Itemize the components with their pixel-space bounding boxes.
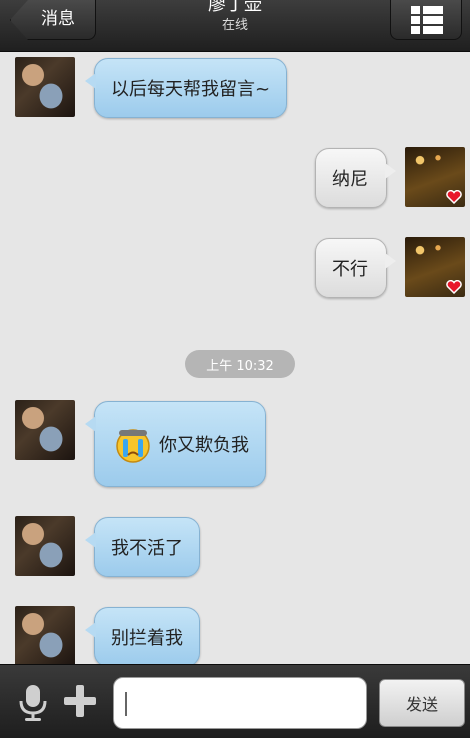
heart-badge-icon xyxy=(446,190,462,204)
heart-badge-icon xyxy=(446,280,462,294)
message-text: 纳尼 xyxy=(332,169,368,190)
plus-icon[interactable] xyxy=(62,683,98,719)
message-bubble[interactable]: 纳尼 xyxy=(315,148,396,208)
message-bubble[interactable]: 以后每天帮我留言~ xyxy=(84,58,288,118)
crying-face-icon xyxy=(116,429,150,463)
chat-header: 消息 廖丁壶 在线 xyxy=(0,0,470,52)
message-text: 我不活了 xyxy=(111,538,183,559)
send-button[interactable]: 发送 xyxy=(379,679,465,727)
message-input[interactable] xyxy=(113,677,367,729)
message-text: 别拦着我 xyxy=(111,628,183,649)
message-text: 不行 xyxy=(332,259,368,280)
timestamp-divider: 上午 10:32 xyxy=(185,350,295,378)
message-bubble[interactable]: 不行 xyxy=(315,238,396,298)
text-cursor xyxy=(125,692,127,716)
message-bubble[interactable]: 别拦着我 xyxy=(85,607,200,667)
contact-avatar[interactable] xyxy=(15,57,75,117)
contact-avatar[interactable] xyxy=(15,400,75,460)
microphone-icon[interactable] xyxy=(16,683,50,723)
message-bubble[interactable]: 我不活了 xyxy=(85,517,200,577)
message-text: 你又欺负我 xyxy=(159,435,249,456)
my-avatar[interactable] xyxy=(405,147,465,207)
contact-avatar[interactable] xyxy=(15,516,75,576)
input-bar: 发送 xyxy=(0,664,470,738)
contact-avatar[interactable] xyxy=(15,606,75,666)
message-bubble[interactable]: 你又欺负我 xyxy=(85,401,266,487)
contact-profile-button[interactable] xyxy=(390,0,462,40)
list-menu-icon xyxy=(411,6,443,34)
message-text: 以后每天帮我留言~ xyxy=(111,79,271,100)
my-avatar[interactable] xyxy=(405,237,465,297)
